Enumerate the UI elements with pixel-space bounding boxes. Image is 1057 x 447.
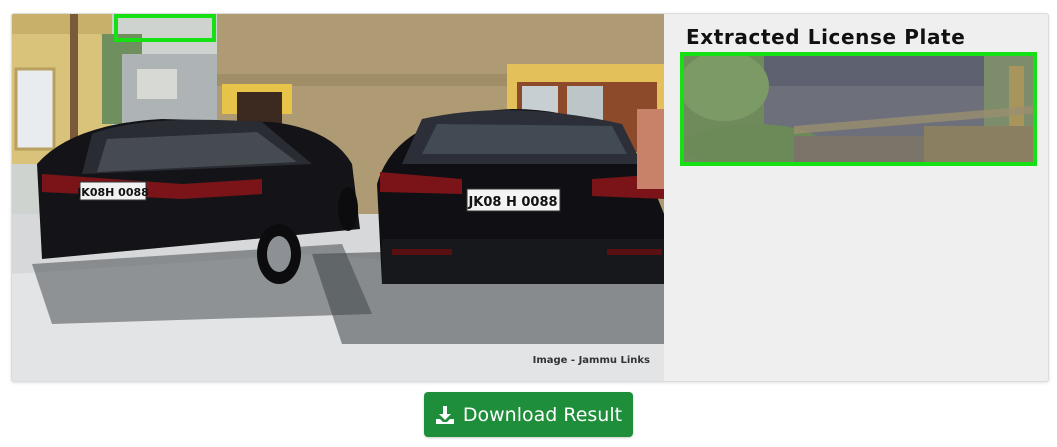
image-credit: Image - Jammu Links: [533, 355, 650, 366]
annotated-car-photo: JK08H 0088 JK08 H 0088 Image - Jammu Lin…: [12, 14, 664, 381]
extracted-plate-title: Extracted License Plate: [686, 25, 966, 49]
left-car-plate: JK08H 0088: [76, 186, 149, 199]
download-result-label: Download Result: [462, 403, 623, 426]
download-icon: [435, 405, 455, 425]
result-card: JK08H 0088 JK08 H 0088 Image - Jammu Lin…: [11, 13, 1049, 382]
extracted-plate-crop: [680, 52, 1037, 166]
right-car-plate: JK08 H 0088: [467, 195, 557, 210]
download-result-button[interactable]: Download Result: [424, 392, 633, 437]
